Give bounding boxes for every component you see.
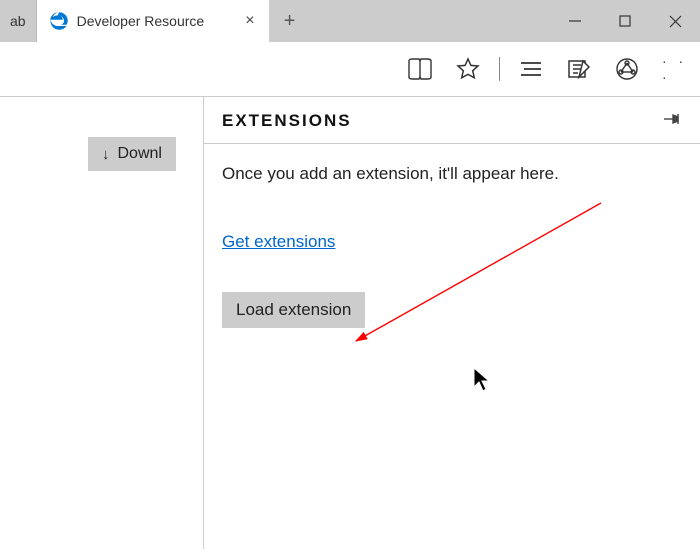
extensions-panel: EXTENSIONS Once you add an extension, it…	[203, 97, 700, 549]
new-tab-button[interactable]: +	[269, 0, 311, 42]
extensions-body: Once you add an extension, it'll appear …	[204, 144, 700, 348]
tab-inactive[interactable]: ab	[0, 0, 37, 42]
download-button[interactable]: ↓ Downl	[88, 137, 176, 171]
tab-active[interactable]: Developer Resource ×	[37, 0, 269, 42]
page-body: ↓ Downl EXTENSIONS Once you add an exten…	[0, 97, 700, 549]
download-arrow-icon: ↓	[102, 146, 110, 163]
maximize-button[interactable]	[600, 0, 650, 42]
tab-title: Developer Resource	[77, 13, 234, 29]
plus-icon: +	[284, 10, 296, 33]
toolbar: · · ·	[0, 42, 700, 96]
extensions-header: EXTENSIONS	[204, 97, 700, 144]
favorites-star-icon[interactable]	[455, 56, 481, 82]
close-window-button[interactable]	[650, 0, 700, 42]
web-notes-icon[interactable]	[566, 56, 592, 82]
drag-region	[311, 0, 550, 42]
extensions-title: EXTENSIONS	[222, 111, 352, 131]
tab-label: ab	[10, 13, 26, 29]
mouse-cursor-icon	[473, 367, 493, 393]
pin-icon[interactable]	[664, 112, 682, 130]
more-icon[interactable]: · · ·	[662, 56, 688, 82]
extensions-description: Once you add an extension, it'll appear …	[222, 164, 682, 184]
tab-close-icon[interactable]: ×	[241, 10, 258, 32]
titlebar: ab Developer Resource × +	[0, 0, 700, 42]
get-extensions-link[interactable]: Get extensions	[222, 232, 335, 252]
edge-logo-icon	[49, 11, 69, 31]
download-label: Downl	[118, 145, 162, 163]
minimize-button[interactable]	[550, 0, 600, 42]
hub-icon[interactable]	[518, 56, 544, 82]
share-icon[interactable]	[614, 56, 640, 82]
load-extension-button[interactable]: Load extension	[222, 292, 365, 328]
toolbar-separator	[499, 57, 500, 81]
reading-list-icon[interactable]	[407, 56, 433, 82]
